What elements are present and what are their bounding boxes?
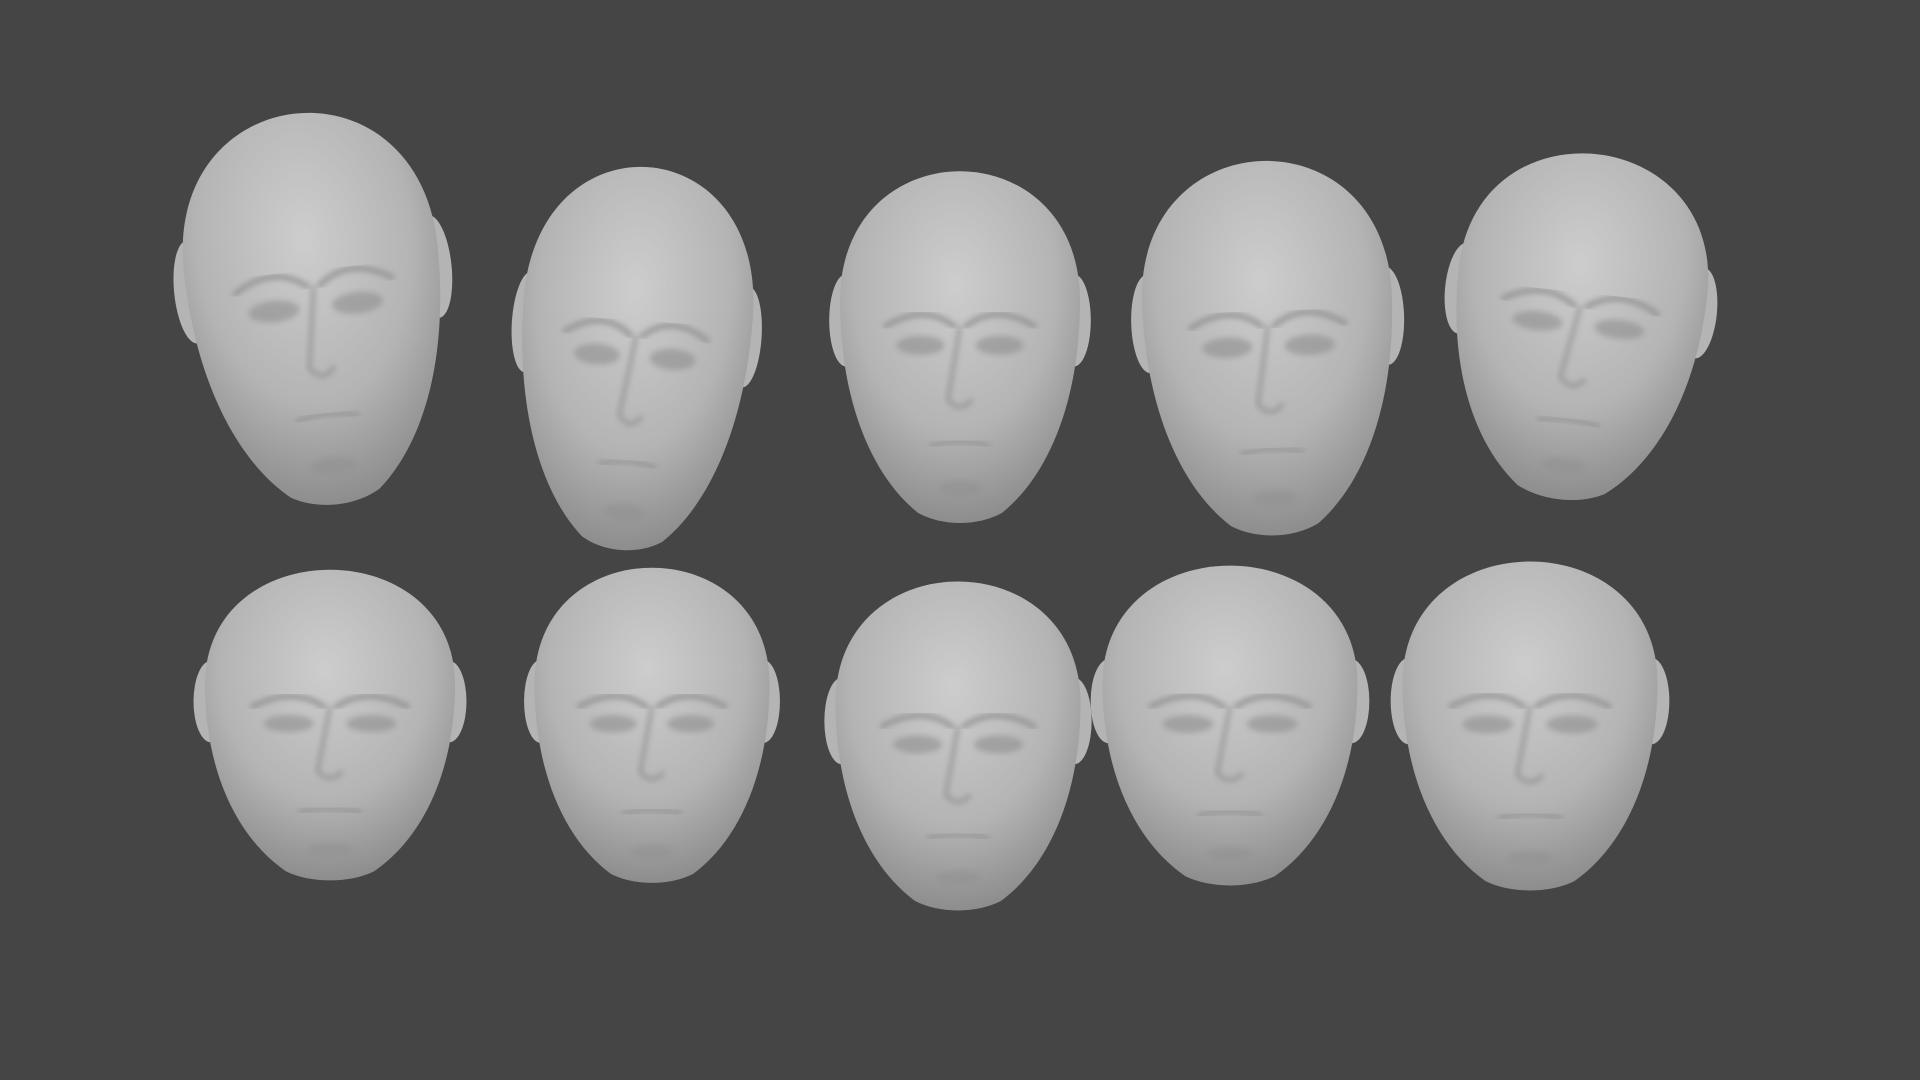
head-surface [1102,565,1358,886]
eye-socket [975,335,1024,356]
eye-socket [896,335,945,356]
head-surface [1141,160,1393,536]
head-surface [1402,561,1658,891]
chin [1507,850,1553,865]
head-surface [1456,153,1709,501]
chin [1207,846,1253,861]
eye-socket [589,715,637,733]
eye-socket [667,715,715,733]
head-sculpt-grid [173,112,1718,911]
eye-socket [973,735,1023,754]
eye-socket [1246,715,1298,733]
eye-socket [263,715,314,733]
head-sculpt [1090,565,1370,886]
head-sculpt [193,569,467,881]
chin [935,870,981,885]
head-sculpt [173,112,453,505]
head-sculpt [1131,160,1405,536]
chin [630,844,674,859]
head-sculpt [1390,561,1670,891]
render-viewport [0,0,1920,1080]
head-surface [835,581,1081,911]
head-sculpt [824,581,1092,911]
eye-socket [1546,715,1598,734]
head-surface [205,569,455,881]
chin [938,480,982,496]
head-surface [534,567,770,883]
head-surface [840,171,1080,523]
head-surface [522,166,754,551]
head-sculpt [1444,153,1718,501]
eye-socket [893,735,943,754]
head-sculpt [511,166,762,551]
head-sculpt [829,171,1091,523]
eye-socket [346,715,397,733]
head-surface [182,112,441,505]
eye-socket [1462,715,1514,734]
chin [307,842,353,857]
eye-socket [1162,715,1214,733]
head-sculpt [524,567,780,883]
